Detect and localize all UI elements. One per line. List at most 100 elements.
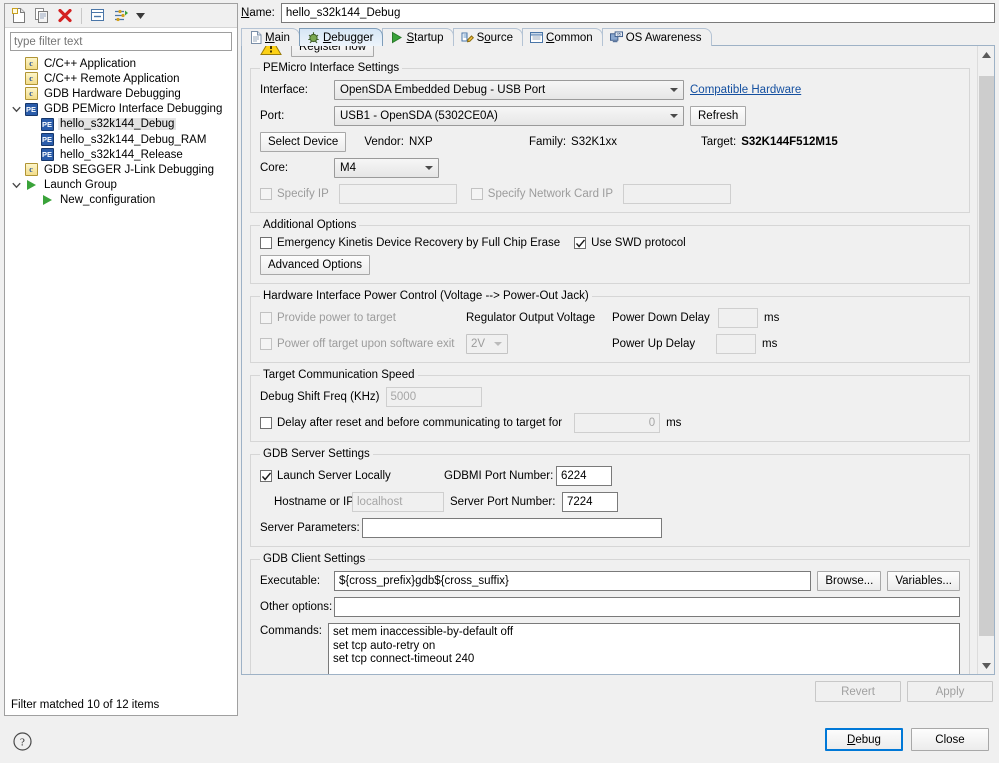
target-value: S32K144F512M15 xyxy=(741,136,838,148)
main-page-icon xyxy=(249,31,262,44)
tree-item[interactable]: c GDB Hardware Debugging xyxy=(5,86,237,101)
interface-combo[interactable]: OpenSDA Embedded Debug - USB Port xyxy=(334,80,684,100)
delete-icon[interactable] xyxy=(55,6,75,25)
port-combo[interactable]: USB1 - OpenSDA (5302CE0A) xyxy=(334,106,684,126)
emergency-recovery-checkbox[interactable]: Emergency Kinetis Device Recovery by Ful… xyxy=(260,237,560,249)
register-now-button[interactable]: Register now xyxy=(291,46,375,57)
variables-button[interactable]: Variables... xyxy=(887,571,960,591)
tab-os-awareness[interactable]: 05 OS Awareness xyxy=(601,28,712,46)
c-application-icon: c xyxy=(23,87,39,101)
regulator-voltage-value: 2V xyxy=(471,338,486,350)
reset-delay-checkbox[interactable]: Delay after reset and before communicati… xyxy=(260,417,562,429)
reset-delay-input[interactable] xyxy=(574,413,661,433)
tab-label: Main xyxy=(265,31,290,44)
server-port-input[interactable] xyxy=(562,492,618,512)
other-options-row: Other options: xyxy=(260,597,960,617)
scrollbar-thumb[interactable] xyxy=(979,76,994,636)
tree-item-label: C/C++ Application xyxy=(44,57,137,70)
use-swd-protocol-checkbox[interactable]: Use SWD protocol xyxy=(574,237,686,249)
tree-item[interactable]: New_configuration xyxy=(5,193,237,208)
launch-server-locally-row: Launch Server Locally GDBMI Port Number: xyxy=(260,466,960,486)
tree-item[interactable]: Launch Group xyxy=(5,178,237,193)
debugger-vertical-scrollbar[interactable] xyxy=(977,46,994,674)
launch-configuration-tree[interactable]: c C/C++ Application c C/C++ Remote Applicat… xyxy=(5,54,237,695)
server-parameters-input[interactable] xyxy=(362,518,662,538)
specify-ip-row: Specify IP Specify Network Card IP xyxy=(260,184,960,204)
revert-button[interactable]: Revert xyxy=(815,681,901,702)
tree-item-label: hello_s32k144_Debug_RAM xyxy=(60,133,207,146)
tab-label: OS Awareness xyxy=(625,31,702,44)
pemicro-icon: PE xyxy=(40,148,54,162)
close-button[interactable]: Close xyxy=(911,728,989,751)
tab-label: Startup xyxy=(406,31,444,44)
scroll-down-arrow-icon[interactable] xyxy=(978,657,994,674)
twisty-expanded-icon[interactable] xyxy=(9,106,23,113)
hostname-input[interactable] xyxy=(352,492,444,512)
executable-label: Executable: xyxy=(260,575,321,587)
dropdown-arrow-icon[interactable] xyxy=(134,6,146,25)
interface-label: Interface: xyxy=(260,84,308,96)
chevron-down-icon xyxy=(494,342,502,346)
gdbmi-port-input[interactable] xyxy=(556,466,612,486)
port-combo-value: USB1 - OpenSDA (5302CE0A) xyxy=(340,110,498,122)
commands-textarea[interactable] xyxy=(328,623,960,674)
other-options-input[interactable] xyxy=(334,597,960,617)
provide-power-row: Provide power to target Regulator Output… xyxy=(260,308,960,328)
collapse-all-icon[interactable] xyxy=(88,6,108,25)
gdb-client-settings-legend: GDB Client Settings xyxy=(263,553,366,565)
reset-delay-unit: ms xyxy=(666,417,682,429)
tree-item[interactable]: PE hello_s32k144_Release xyxy=(5,147,237,162)
power-off-on-exit-box xyxy=(260,338,272,350)
twisty-expanded-icon[interactable] xyxy=(9,182,23,189)
filter-icon[interactable] xyxy=(111,6,131,25)
launch-configuration-panel: c C/C++ Application c C/C++ Remote Applicat… xyxy=(4,3,238,716)
duplicate-icon[interactable] xyxy=(32,6,52,25)
apply-revert-row: Revert Apply xyxy=(815,681,993,702)
tab-startup[interactable]: Startup xyxy=(382,28,454,46)
select-device-button[interactable]: Select Device xyxy=(260,132,347,152)
power-up-delay-input[interactable] xyxy=(716,334,756,354)
filter-input[interactable] xyxy=(10,32,232,51)
pemicro-settings-legend: PEMicro Interface Settings xyxy=(263,62,400,74)
tab-debugger[interactable]: Debugger xyxy=(298,28,384,46)
tree-item[interactable]: c C/C++ Remote Application xyxy=(5,71,237,86)
tree-item[interactable]: PE GDB PEMicro Interface Debugging xyxy=(5,102,237,117)
power-control-legend: Hardware Interface Power Control (Voltag… xyxy=(263,290,589,302)
apply-button[interactable]: Apply xyxy=(907,681,993,702)
specify-network-card-ip-checkbox[interactable]: Specify Network Card IP xyxy=(470,188,613,200)
tree-item[interactable]: PE hello_s32k144_Debug xyxy=(5,117,237,132)
browse-button[interactable]: Browse... xyxy=(817,571,882,591)
debug-shift-freq-input[interactable] xyxy=(385,387,482,407)
refresh-button[interactable]: Refresh xyxy=(690,106,747,126)
tree-item[interactable]: PE hello_s32k144_Debug_RAM xyxy=(5,132,237,147)
tab-common[interactable]: Common xyxy=(522,28,603,46)
power-control-group: Hardware Interface Power Control (Voltag… xyxy=(250,290,970,363)
new-launch-configuration-icon[interactable] xyxy=(9,6,29,25)
power-down-delay-unit: ms xyxy=(764,312,780,324)
power-off-on-exit-checkbox[interactable]: Power off target upon software exit xyxy=(260,338,460,350)
port-row: Port: USB1 - OpenSDA (5302CE0A) Refresh xyxy=(260,106,960,126)
tab-main[interactable]: Main xyxy=(241,28,300,46)
advanced-options-button[interactable]: Advanced Options xyxy=(260,255,370,275)
configuration-name-input[interactable] xyxy=(280,3,995,23)
toolbar-separator xyxy=(81,7,82,24)
provide-power-checkbox[interactable]: Provide power to target xyxy=(260,312,460,324)
use-swd-protocol-label: Use SWD protocol xyxy=(591,237,686,249)
launch-server-locally-checkbox[interactable]: Launch Server Locally xyxy=(260,470,438,482)
tree-item[interactable]: c C/C++ Application xyxy=(5,56,237,71)
core-combo[interactable]: M4 xyxy=(334,158,439,178)
specify-ip-checkbox[interactable]: Specify IP xyxy=(260,188,329,200)
power-down-delay-input[interactable] xyxy=(718,308,758,328)
help-question-icon[interactable]: ? xyxy=(13,732,32,754)
tab-source[interactable]: Source xyxy=(452,28,524,46)
executable-input[interactable] xyxy=(334,571,812,591)
c-application-icon: c xyxy=(23,72,39,86)
scroll-up-arrow-icon[interactable] xyxy=(978,46,994,63)
specify-network-card-ip-input[interactable] xyxy=(623,184,732,204)
regulator-voltage-combo[interactable]: 2V xyxy=(466,334,508,354)
debug-button[interactable]: Debug xyxy=(825,728,903,751)
specify-ip-input[interactable] xyxy=(338,184,457,204)
compatible-hardware-link[interactable]: Compatible Hardware xyxy=(690,84,801,96)
tree-item[interactable]: c GDB SEGGER J-Link Debugging xyxy=(5,162,237,177)
checkmark-icon xyxy=(261,472,271,481)
